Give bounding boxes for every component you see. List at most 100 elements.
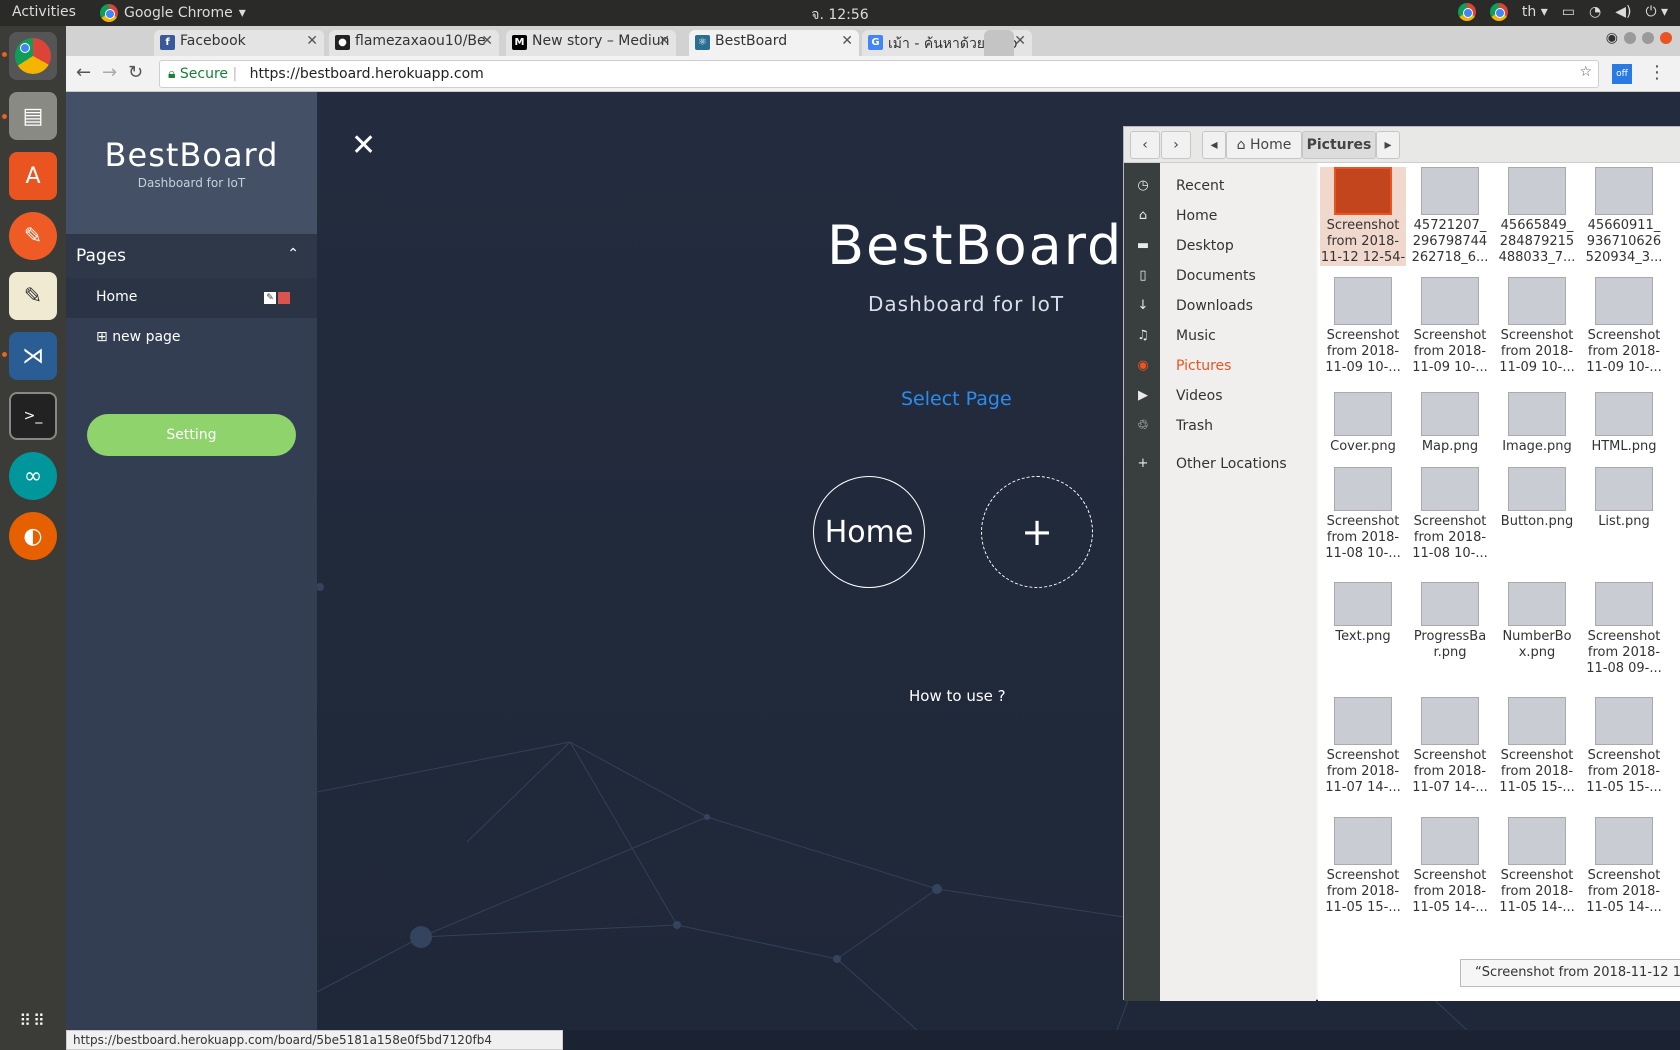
system-tray[interactable]: th ▾ ▭ ◔ ◀) ⏻ ▾	[1457, 3, 1668, 21]
terminal-launcher[interactable]: >_	[9, 392, 57, 440]
maximize-button[interactable]	[1642, 32, 1654, 44]
firefox-launcher[interactable]: ◐	[9, 512, 57, 560]
file-item[interactable]: Screenshot from 2018-11-05 15-...	[1581, 697, 1667, 796]
file-item[interactable]: Map.png	[1407, 392, 1493, 455]
file-item[interactable]: NumberBo x.png	[1494, 582, 1580, 661]
profile-icon[interactable]: ◉	[1606, 30, 1618, 46]
postman-launcher[interactable]: ✎	[9, 212, 57, 260]
edit-icon[interactable]: ✎	[264, 292, 276, 304]
extension-icon[interactable]: off	[1612, 64, 1632, 84]
file-item[interactable]: Screenshot from 2018-11-08 09-...	[1581, 582, 1667, 677]
place-other-locations[interactable]: + Other Locations	[1124, 449, 1316, 479]
file-item[interactable]: Screenshot from 2018-11-09 10-...	[1407, 277, 1493, 376]
tab-3[interactable]: M New story – Mediun ✕	[506, 30, 676, 56]
volume-icon[interactable]: ◀)	[1615, 4, 1631, 20]
sidebar-page-home[interactable]: Home ✎	[66, 278, 317, 318]
files-launcher[interactable]: ▤	[9, 92, 57, 140]
url-field[interactable]: 🔒︎ Secure | https://bestboard.herokuapp.…	[159, 60, 1599, 88]
language-indicator[interactable]: th ▾	[1522, 4, 1548, 20]
minimize-button[interactable]	[1624, 32, 1636, 44]
forward-button[interactable]: →	[102, 62, 117, 83]
file-item[interactable]: Text.png	[1320, 582, 1406, 645]
file-item[interactable]: Screenshot from 2018-11-05 14-...	[1407, 817, 1493, 916]
file-item[interactable]: 45665849_ 284879215 488033_7...	[1494, 167, 1580, 266]
file-item[interactable]: Screenshot from 2018-11-09 10-...	[1494, 277, 1580, 376]
tab-close-icon[interactable]: ✕	[306, 33, 318, 49]
chevron-up-icon[interactable]: ⌃	[287, 246, 299, 262]
place-videos[interactable]: ▶ Videos	[1124, 381, 1316, 411]
file-item[interactable]: ProgressBa r.png	[1407, 582, 1493, 661]
select-page-heading: Select Page	[901, 388, 1012, 410]
breadcrumb-left-arrow[interactable]: ◂	[1202, 131, 1226, 159]
close-window-button[interactable]	[1660, 32, 1672, 44]
file-item[interactable]: Screenshot from 2018-11-09 10-...	[1581, 277, 1667, 376]
file-item[interactable]: Screenshot from 2018-11-05 14-...	[1581, 817, 1667, 916]
chrome-tray-icon-2[interactable]	[1489, 3, 1508, 21]
place-documents[interactable]: ▯ Documents	[1124, 261, 1316, 291]
file-item[interactable]: Screenshot from 2018-11-08 10-...	[1320, 467, 1406, 562]
show-applications-button[interactable]: ⠿⠿	[9, 996, 57, 1044]
place-recent[interactable]: ◷ Recent	[1124, 171, 1316, 201]
file-item[interactable]: HTML.png	[1581, 392, 1667, 455]
file-item[interactable]: Screenshot from 2018-11-05 15-...	[1320, 817, 1406, 916]
file-item[interactable]: List.png	[1581, 467, 1667, 530]
close-icon[interactable]: ✕	[351, 128, 376, 163]
delete-icon[interactable]	[278, 292, 290, 304]
tab-close-icon[interactable]: ✕	[841, 33, 853, 49]
power-icon[interactable]: ⏻ ▾	[1645, 4, 1668, 20]
tab-4[interactable]: ⚛ BestBoard ✕	[689, 30, 859, 56]
setting-button[interactable]: Setting	[87, 414, 296, 456]
breadcrumb-current[interactable]: Pictures	[1302, 131, 1376, 159]
file-cabinet-icon: ▤	[22, 103, 44, 129]
bookmark-star-icon[interactable]: ☆	[1579, 64, 1592, 80]
file-item[interactable]: Screenshot from 2018-11-05 15-...	[1494, 697, 1580, 796]
forward-button[interactable]: ›	[1161, 131, 1191, 159]
arduino-launcher[interactable]: ∞	[9, 452, 57, 500]
place-music[interactable]: ♫ Music	[1124, 321, 1316, 351]
tab-close-icon[interactable]: ✕	[658, 33, 670, 49]
file-item[interactable]: Screenshot from 2018-11-07 14-...	[1407, 697, 1493, 796]
wifi-icon[interactable]: ◔	[1589, 4, 1601, 20]
place-downloads[interactable]: ↓ Downloads	[1124, 291, 1316, 321]
file-item[interactable]: 45721207_ 296798744 262718_6...	[1407, 167, 1493, 266]
tab-2[interactable]: ● flamezaxaou10/Be ✕	[329, 30, 499, 56]
reload-button[interactable]: ↻	[128, 62, 143, 83]
activities-button[interactable]: Activities	[12, 4, 76, 20]
back-button[interactable]: ‹	[1130, 131, 1160, 159]
place-trash[interactable]: ♲ Trash	[1124, 411, 1316, 441]
place-pictures[interactable]: ◉ Pictures	[1124, 351, 1316, 381]
chrome-tray-icon[interactable]	[1457, 3, 1476, 21]
back-button[interactable]: ←	[76, 62, 91, 83]
file-item[interactable]: Screenshot from 2018-11-09 10-...	[1320, 277, 1406, 376]
file-item[interactable]: Screenshot from 2018-11-07 14-...	[1320, 697, 1406, 796]
app-menu[interactable]: Google Chrome ▾	[100, 4, 246, 22]
file-item[interactable]: Button.png	[1494, 467, 1580, 530]
clock[interactable]: จ. 12:56	[0, 4, 1680, 26]
tab-1[interactable]: f Facebook ✕	[154, 30, 324, 56]
page-circle-home[interactable]: Home	[813, 476, 925, 588]
chrome-launcher[interactable]	[9, 32, 57, 80]
add-page-circle[interactable]: +	[981, 476, 1093, 588]
how-to-use-link[interactable]: How to use ?	[909, 687, 1006, 705]
breadcrumb-right-arrow[interactable]: ▸	[1376, 131, 1400, 159]
file-item[interactable]: Screenshot from 2018-11-08 10-...	[1407, 467, 1493, 562]
software-center-launcher[interactable]: A	[9, 152, 57, 200]
terminal-tray-icon[interactable]: ▭	[1562, 4, 1575, 20]
new-page-button[interactable]: ⊞ new page	[66, 318, 317, 358]
text-editor-launcher[interactable]: ✎	[9, 272, 57, 320]
file-item[interactable]: Cover.png	[1320, 392, 1406, 455]
vscode-launcher[interactable]: ⋊	[9, 332, 57, 380]
tab-close-icon[interactable]: ✕	[481, 33, 493, 49]
pages-header[interactable]: Pages ⌃	[66, 234, 317, 278]
file-item[interactable]: Image.png	[1494, 392, 1580, 455]
file-item[interactable]: 45660911_ 936710626 520934_3...	[1581, 167, 1667, 266]
file-item[interactable]: Screenshot from 2018-11-05 14-...	[1494, 817, 1580, 916]
place-desktop[interactable]: ▬ Desktop	[1124, 231, 1316, 261]
new-tab-button[interactable]	[984, 30, 1014, 56]
sidebar-logo: BestBoard	[104, 136, 279, 174]
tab-close-icon[interactable]: ✕	[1014, 33, 1026, 49]
place-home[interactable]: ⌂ Home	[1124, 201, 1316, 231]
chrome-menu-icon[interactable]: ⋮	[1648, 62, 1666, 83]
breadcrumb-home[interactable]: ⌂ Home	[1226, 131, 1302, 159]
file-item[interactable]: Screenshot from 2018-11-12 12-54-03.png	[1320, 167, 1406, 266]
